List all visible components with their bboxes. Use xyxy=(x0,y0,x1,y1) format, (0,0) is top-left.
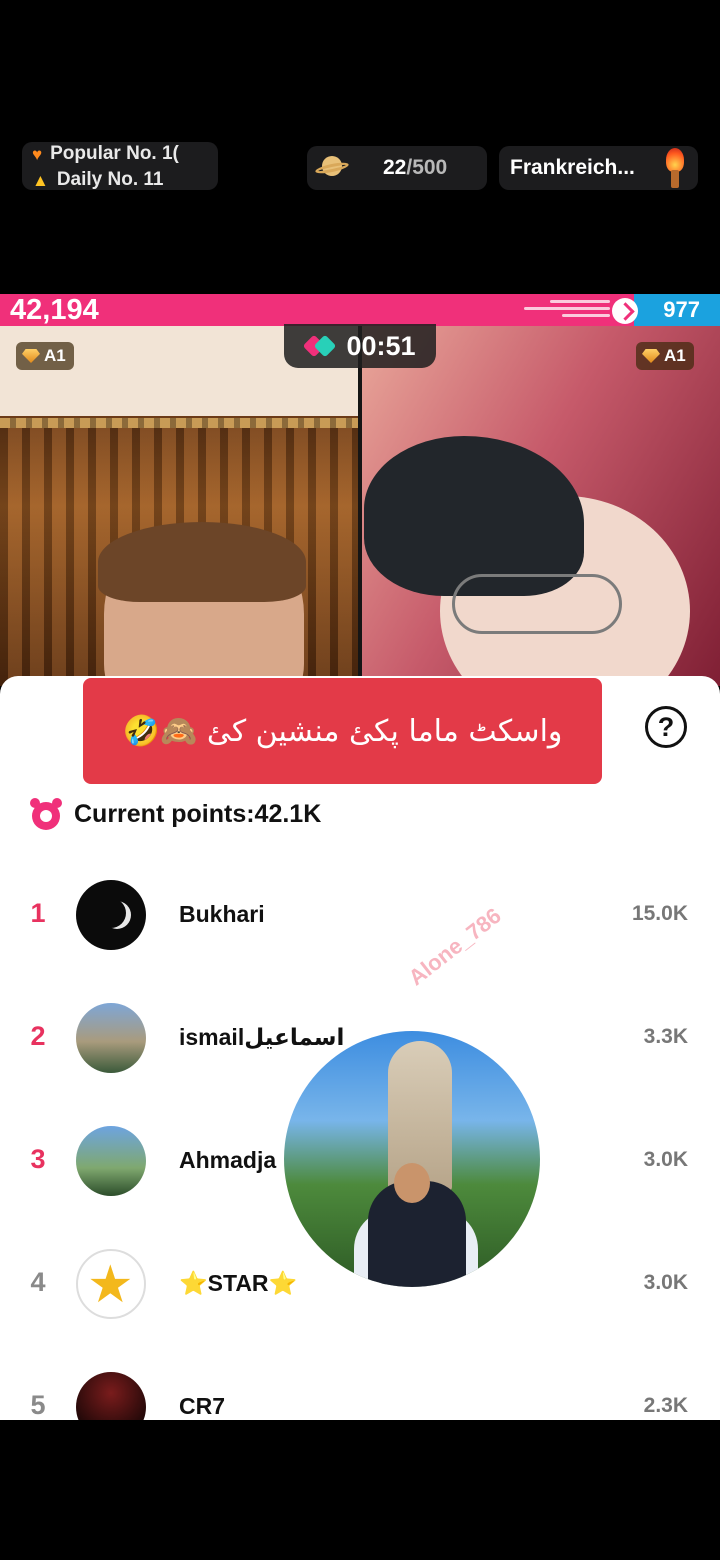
battle-marker-icon xyxy=(612,298,638,324)
bottom-letterbox xyxy=(0,1420,720,1560)
planet-icon xyxy=(314,156,350,180)
username: Ahmadja xyxy=(179,1147,277,1173)
daily-rank: ▲ Daily No. 11 xyxy=(32,169,164,190)
heart-icon: ♥ xyxy=(32,144,43,164)
points-value: 3.0K xyxy=(643,1148,688,1171)
rank-number: 4 xyxy=(30,1267,46,1297)
torch-icon xyxy=(658,148,692,188)
points-value: 15.0K xyxy=(631,902,688,925)
username: ismailاسماعیل xyxy=(179,1024,345,1050)
timer-text: 00:51 xyxy=(346,330,416,361)
comment-banner: واسکٹ ماما پکئ منشین کئ 🙈🤣 xyxy=(83,678,602,784)
location-label: Frankreich... xyxy=(510,156,635,179)
star-icon: ★ xyxy=(87,1256,134,1314)
thumbs-up-icon: ▲ xyxy=(32,170,49,190)
banner-text: واسکٹ ماما پکئ منشین کئ 🙈🤣 xyxy=(122,713,563,749)
left-score-segment: 42,194 xyxy=(0,294,634,326)
leaderboard-row[interactable]: 1 Bukhari 15.0K xyxy=(0,880,720,950)
leaderboard-row[interactable]: 5 CR7 2.3K xyxy=(0,1372,720,1420)
username: CR7 xyxy=(179,1393,226,1419)
current-points: Current points:42.1K xyxy=(30,798,321,830)
points-value: 3.0K xyxy=(643,1271,688,1294)
username: Bukhari xyxy=(179,901,265,927)
goal-progress: 22/500 xyxy=(383,156,448,179)
current-points-label: Current points:42.1K xyxy=(74,799,322,828)
left-host-video[interactable] xyxy=(0,326,358,686)
right-level-badge[interactable]: A1 xyxy=(636,342,694,370)
rank-number: 3 xyxy=(30,1144,46,1174)
dark-avatar[interactable] xyxy=(76,1372,146,1420)
right-score-segment: 977 xyxy=(634,294,720,326)
city-avatar[interactable] xyxy=(76,1003,146,1073)
capitol-avatar[interactable] xyxy=(76,1126,146,1196)
moon-avatar[interactable] xyxy=(76,880,146,950)
speed-streaks xyxy=(520,298,610,322)
left-level-badge[interactable]: A1 xyxy=(16,342,74,370)
rank-number: 1 xyxy=(30,898,46,928)
star-avatar[interactable]: ★ xyxy=(76,1249,146,1319)
points-value: 2.3K xyxy=(643,1394,688,1417)
battle-timer: 00:51 xyxy=(284,324,436,368)
rank-number: 5 xyxy=(30,1390,46,1420)
gem-icon xyxy=(642,349,660,363)
alarm-clock-icon xyxy=(30,798,62,830)
rank-chip[interactable]: ♥ Popular No. 1( ▲ Daily No. 11 xyxy=(22,142,218,190)
right-score: 977 xyxy=(663,297,700,322)
help-icon[interactable]: ? xyxy=(645,706,687,748)
left-score: 42,194 xyxy=(10,294,99,326)
location-chip[interactable]: Frankreich... xyxy=(499,146,698,190)
popular-rank: ♥ Popular No. 1( xyxy=(32,143,179,164)
versus-icon xyxy=(303,334,337,358)
rank-number: 2 xyxy=(30,1021,46,1051)
gem-icon xyxy=(22,349,40,363)
username: ⭐STAR⭐ xyxy=(179,1270,298,1296)
right-host-video[interactable] xyxy=(362,326,720,686)
picture-in-picture-video[interactable] xyxy=(284,1031,540,1287)
points-value: 3.3K xyxy=(643,1025,688,1048)
goal-chip[interactable]: 22/500 xyxy=(307,146,487,190)
